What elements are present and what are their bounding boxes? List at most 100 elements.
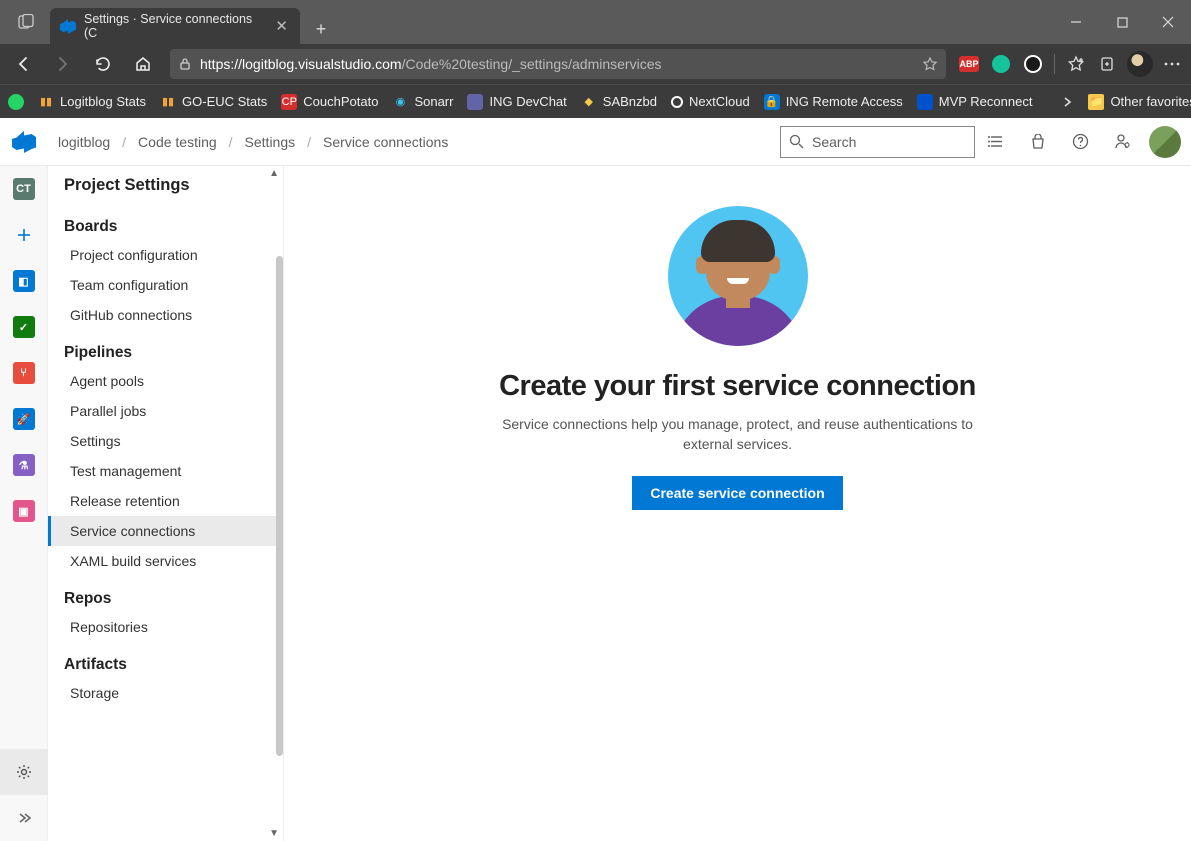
rail-repos[interactable]: ⑂ [0,350,48,396]
rail-boards[interactable]: ✓ [0,304,48,350]
page-heading: Create your first service connection [499,370,976,403]
sidebar-item[interactable]: Repositories [48,612,283,642]
sidebar-item-service-connections[interactable]: Service connections [48,516,283,546]
breadcrumb-separator: / [122,134,126,150]
bookmarks-bar: ▮▮Logitblog Stats ▮▮GO-EUC Stats CPCouch… [0,84,1191,118]
favorites-icon[interactable] [1061,49,1091,79]
bookmark-item[interactable]: ▮▮Logitblog Stats [38,94,146,110]
scrollbar[interactable] [276,256,283,756]
refresh-button[interactable] [84,46,122,82]
browser-toolbar: https://logitblog.visualstudio.com/Code%… [0,44,1191,84]
breadcrumb: logitblog / Code testing / Settings / Se… [58,134,448,150]
sidebar-section-pipelines: Pipelines [48,330,283,366]
close-window-button[interactable] [1145,2,1191,42]
collections-icon[interactable] [1093,49,1123,79]
rail-artifacts[interactable]: ▣ [0,488,48,534]
sidebar-item[interactable]: Agent pools [48,366,283,396]
rail-collapse[interactable] [0,795,48,841]
home-button[interactable] [124,46,162,82]
breadcrumb-settings[interactable]: Settings [245,134,296,150]
adblock-extension-icon[interactable]: ABP [954,49,984,79]
forward-button[interactable] [44,46,82,82]
divider [1054,54,1055,74]
rail-add[interactable] [0,212,48,258]
back-button[interactable] [4,46,42,82]
user-avatar[interactable] [1149,126,1181,158]
extension-icon[interactable] [1018,49,1048,79]
new-tab-button[interactable]: + [306,14,336,44]
rail-pipelines[interactable]: 🚀 [0,396,48,442]
user-settings-icon[interactable] [1101,118,1143,166]
bookmark-item[interactable]: ◆SABnzbd [581,94,657,110]
grammarly-extension-icon[interactable] [986,49,1016,79]
browser-tab[interactable]: Settings · Service connections (C ✕ [50,8,300,44]
profile-avatar[interactable] [1125,49,1155,79]
help-icon[interactable] [1059,118,1101,166]
sidebar-item[interactable]: GitHub connections [48,300,283,330]
breadcrumb-separator: / [229,134,233,150]
breadcrumb-separator: / [307,134,311,150]
sidebar-item[interactable]: Test management [48,456,283,486]
sidebar-section-repos: Repos [48,576,283,612]
gear-icon [15,763,33,781]
app-header: logitblog / Code testing / Settings / Se… [0,118,1191,166]
page-description: Service connections help you manage, pro… [498,415,978,454]
site-info-icon[interactable] [178,57,192,71]
rail-project-settings[interactable] [0,749,48,795]
more-menu-icon[interactable] [1157,49,1187,79]
other-favorites[interactable]: 📁Other favorites [1088,94,1191,110]
sidebar-item[interactable]: Settings [48,426,283,456]
list-icon[interactable] [975,118,1017,166]
bookmark-item[interactable]: ▮▮GO-EUC Stats [160,94,267,110]
sidebar-item[interactable]: Parallel jobs [48,396,283,426]
breadcrumb-org[interactable]: logitblog [58,134,110,150]
sidebar-item[interactable]: Release retention [48,486,283,516]
bookmark-item[interactable]: CPCouchPotato [281,94,378,110]
marketplace-icon[interactable] [1017,118,1059,166]
bookmark-item[interactable]: ◉Sonarr [392,94,453,110]
breadcrumb-page[interactable]: Service connections [323,134,448,150]
sidebar-section-artifacts: Artifacts [48,642,283,678]
settings-sidebar: Project Settings ▲ Service hooks Dashboa… [48,166,284,841]
rail-test-plans[interactable]: ⚗ [0,442,48,488]
sidebar-title: Project Settings [48,166,283,204]
titlebar: Settings · Service connections (C ✕ + [0,0,1191,44]
breadcrumb-project[interactable]: Code testing [138,134,217,150]
rail-project[interactable]: CT [0,166,48,212]
browser-chrome: Settings · Service connections (C ✕ + ht… [0,0,1191,118]
sidebar-section-boards: Boards [48,204,283,240]
bookmark-overflow-icon[interactable] [1060,95,1074,109]
tab-actions-button[interactable] [8,4,44,40]
scroll-up-icon[interactable]: ▲ [269,168,279,179]
sidebar-item[interactable]: Project configuration [48,240,283,270]
bookmark-item[interactable]: 🔒ING Remote Access [764,94,903,110]
minimize-button[interactable] [1053,2,1099,42]
scroll-down-icon[interactable]: ▼ [269,828,279,839]
left-rail: CT ◧ ✓ ⑂ 🚀 ⚗ ▣ [0,166,48,841]
azure-devops-favicon [60,18,76,34]
search-icon [789,134,804,149]
sidebar-item[interactable]: Team configuration [48,270,283,300]
search-placeholder: Search [812,134,856,150]
bookmark-item[interactable]: NextCloud [671,94,750,109]
azure-devops-logo[interactable] [0,118,48,166]
bookmark-whatsapp[interactable] [8,94,24,110]
favorite-star-icon[interactable] [922,56,938,72]
sidebar-item[interactable]: Storage [48,678,283,708]
maximize-button[interactable] [1099,2,1145,42]
create-service-connection-button[interactable]: Create service connection [632,476,842,510]
rail-overview[interactable]: ◧ [0,258,48,304]
bookmark-item[interactable]: ING DevChat [467,94,566,110]
search-input[interactable]: Search [780,126,975,158]
empty-state-illustration [668,206,808,346]
tab-title: Settings · Service connections (C [84,12,265,40]
bookmark-item[interactable]: MVP Reconnect [917,94,1033,110]
tab-strip: Settings · Service connections (C ✕ + [44,0,336,44]
window-controls [1053,2,1191,42]
app-body: CT ◧ ✓ ⑂ 🚀 ⚗ ▣ Project Settings ▲ Servic… [0,166,1191,841]
address-bar[interactable]: https://logitblog.visualstudio.com/Code%… [170,49,946,79]
main-content: Create your first service connection Ser… [284,166,1191,841]
url-text: https://logitblog.visualstudio.com/Code%… [200,56,661,72]
close-tab-icon[interactable]: ✕ [273,15,290,37]
sidebar-item[interactable]: XAML build services [48,546,283,576]
